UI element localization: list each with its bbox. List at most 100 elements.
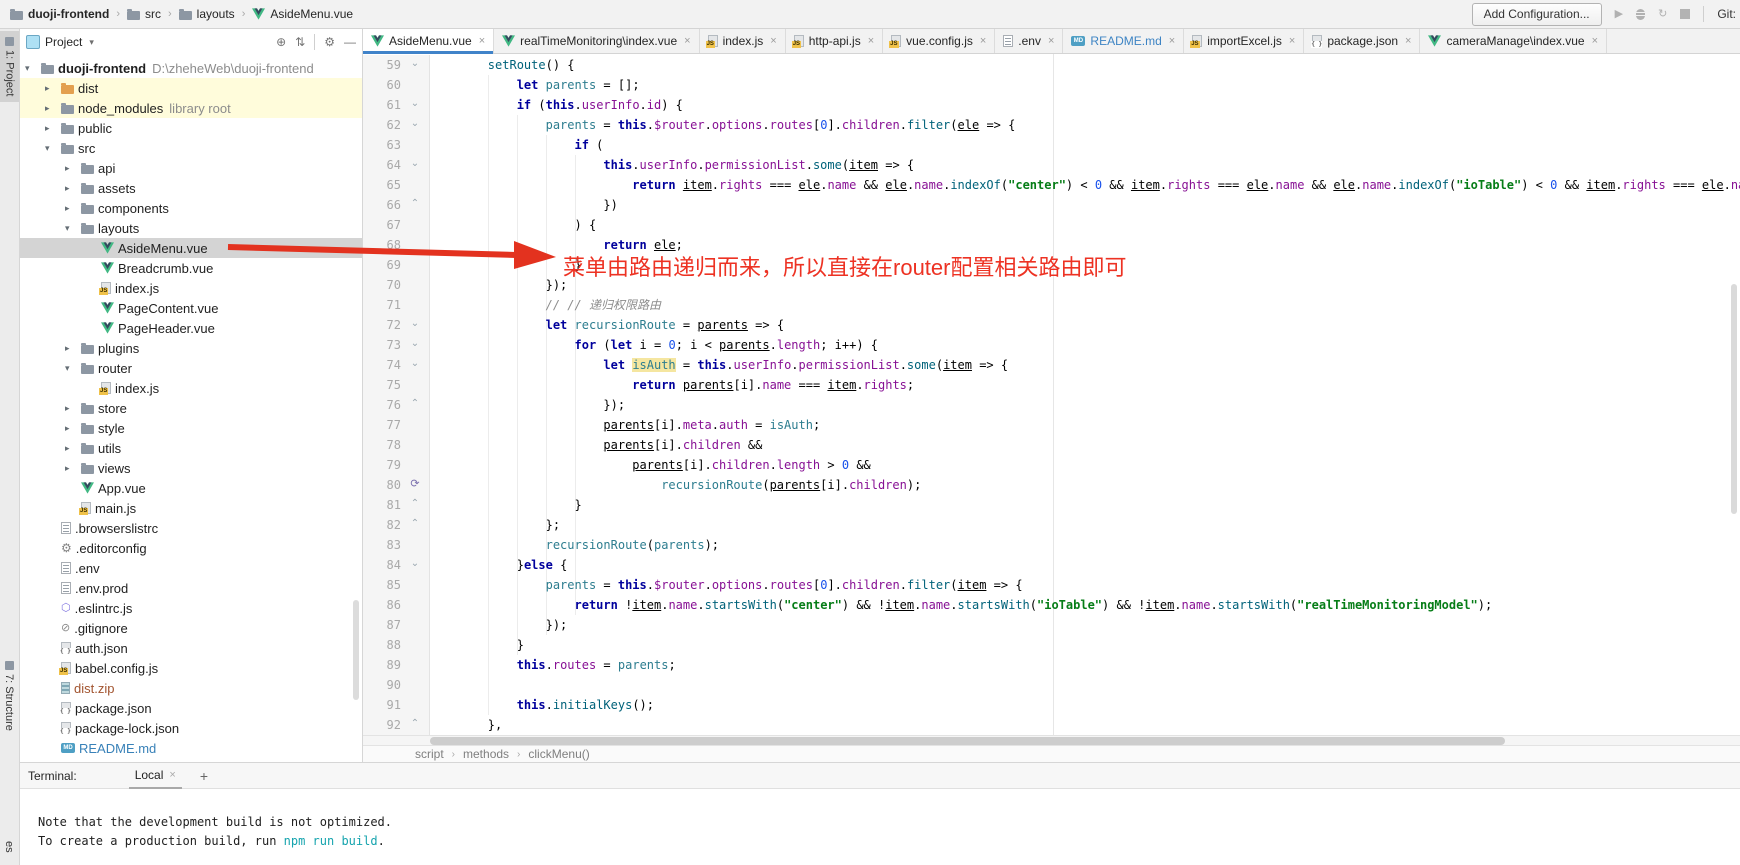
tree-item[interactable]: package.json bbox=[20, 698, 362, 718]
tab-close-icon[interactable]: × bbox=[684, 35, 690, 47]
breadcrumb-item[interactable]: methods bbox=[463, 747, 509, 761]
editor-tab[interactable]: index.js× bbox=[700, 29, 786, 53]
code-line[interactable]: 66⌃ }) bbox=[363, 195, 1740, 215]
tree-scrollbar-thumb[interactable] bbox=[353, 600, 359, 700]
tree-item[interactable]: ▸dist bbox=[20, 78, 362, 98]
fold-open-icon[interactable]: ⌄ bbox=[401, 315, 430, 335]
code-line[interactable]: 87 }); bbox=[363, 615, 1740, 635]
tree-item[interactable]: PageContent.vue bbox=[20, 298, 362, 318]
chevron-right-icon[interactable]: ▸ bbox=[65, 183, 81, 194]
settings-gear-icon[interactable]: ⚙ bbox=[324, 35, 335, 49]
tree-item[interactable]: ▾duoji-frontendD:\zheheWeb\duoji-fronten… bbox=[20, 58, 362, 78]
code-line[interactable]: 81⌃ } bbox=[363, 495, 1740, 515]
code-line[interactable]: 86 return !item.name.startsWith("center"… bbox=[363, 595, 1740, 615]
tree-item[interactable]: AsideMenu.vue bbox=[20, 238, 362, 258]
tree-item[interactable]: ▾layouts bbox=[20, 218, 362, 238]
tree-item[interactable]: .env.prod bbox=[20, 578, 362, 598]
tree-item[interactable]: App.vue bbox=[20, 478, 362, 498]
tab-close-icon[interactable]: × bbox=[1592, 35, 1598, 47]
code-line[interactable]: 64⌄ this.userInfo.permissionList.some(it… bbox=[363, 155, 1740, 175]
fold-close-icon[interactable]: ⌃ bbox=[401, 195, 430, 215]
code-line[interactable]: 90 bbox=[363, 675, 1740, 695]
code-line[interactable]: 84⌄ }else { bbox=[363, 555, 1740, 575]
tree-item[interactable]: auth.json bbox=[20, 638, 362, 658]
editor-tab[interactable]: AsideMenu.vue× bbox=[363, 29, 494, 53]
code-line[interactable]: 76⌃ }); bbox=[363, 395, 1740, 415]
editor-tab[interactable]: importExcel.js× bbox=[1184, 29, 1304, 53]
breadcrumb-item[interactable]: duoji-frontend bbox=[10, 7, 109, 21]
tree-item[interactable]: ▸components bbox=[20, 198, 362, 218]
breadcrumb-item[interactable]: src bbox=[127, 7, 161, 21]
code-line[interactable]: 82⌃ }; bbox=[363, 515, 1740, 535]
code-line[interactable]: 63 if ( bbox=[363, 135, 1740, 155]
tree-item[interactable]: .browserslistrc bbox=[20, 518, 362, 538]
git-label[interactable]: Git: bbox=[1717, 7, 1736, 21]
code-line[interactable]: 65 return item.rights === ele.name && el… bbox=[363, 175, 1740, 195]
chevron-down-icon[interactable]: ▾ bbox=[25, 63, 41, 74]
tree-item[interactable]: package-lock.json bbox=[20, 718, 362, 738]
tab-close-icon[interactable]: × bbox=[868, 35, 874, 47]
hide-panel-icon[interactable]: — bbox=[344, 35, 356, 49]
terminal-tab-local[interactable]: Local × bbox=[129, 763, 182, 789]
editor-hscrollbar[interactable] bbox=[363, 735, 1740, 745]
code-line[interactable]: 69 } bbox=[363, 255, 1740, 275]
stripe-favorites-tab[interactable]: es bbox=[3, 841, 15, 853]
chevron-right-icon[interactable]: ▸ bbox=[65, 443, 81, 454]
chevron-right-icon[interactable]: ▸ bbox=[45, 103, 61, 114]
code-line[interactable]: 83 recursionRoute(parents); bbox=[363, 535, 1740, 555]
editor-hscrollbar-thumb[interactable] bbox=[430, 737, 1505, 745]
code-line[interactable]: 78 parents[i].children && bbox=[363, 435, 1740, 455]
terminal-new-tab-button[interactable]: + bbox=[200, 768, 208, 784]
code-line[interactable]: 67 ) { bbox=[363, 215, 1740, 235]
tree-item[interactable]: ▸style bbox=[20, 418, 362, 438]
tab-close-icon[interactable]: × bbox=[1048, 35, 1054, 47]
code-line[interactable]: 73⌄ for (let i = 0; i < parents.length; … bbox=[363, 335, 1740, 355]
fold-close-icon[interactable]: ⌃ bbox=[401, 395, 430, 415]
fold-open-icon[interactable]: ⌄ bbox=[401, 95, 430, 115]
fold-close-icon[interactable]: ⌃ bbox=[401, 495, 430, 515]
code-line[interactable]: 77 parents[i].meta.auth = isAuth; bbox=[363, 415, 1740, 435]
chevron-down-icon[interactable]: ▾ bbox=[45, 143, 61, 154]
code-line[interactable]: 92⌃ }, bbox=[363, 715, 1740, 735]
chevron-right-icon[interactable]: ▸ bbox=[45, 83, 61, 94]
code-area[interactable]: 59⌄ setRoute() {60 let parents = [];61⌄ … bbox=[363, 54, 1740, 735]
breadcrumb-item[interactable]: layouts bbox=[179, 7, 235, 21]
recursion-icon[interactable]: ⟳ bbox=[401, 475, 430, 495]
code-line[interactable]: 80⟳ recursionRoute(parents[i].children); bbox=[363, 475, 1740, 495]
editor-vscrollbar-thumb[interactable] bbox=[1731, 284, 1737, 514]
tab-close-icon[interactable]: × bbox=[1405, 35, 1411, 47]
code-line[interactable]: 91 this.initialKeys(); bbox=[363, 695, 1740, 715]
fold-open-icon[interactable]: ⌄ bbox=[401, 555, 430, 575]
stripe-project-tab[interactable]: 1: Project bbox=[0, 31, 19, 102]
run-icon[interactable]: ▶ bbox=[1615, 9, 1623, 20]
editor-tab[interactable]: realTimeMonitoring\index.vue× bbox=[494, 29, 699, 53]
tree-item[interactable]: ▸store bbox=[20, 398, 362, 418]
collapse-all-icon[interactable]: ⇅ bbox=[295, 35, 305, 49]
tree-item[interactable]: ▸plugins bbox=[20, 338, 362, 358]
fold-open-icon[interactable]: ⌄ bbox=[401, 55, 430, 75]
editor-tab[interactable]: cameraManage\index.vue× bbox=[1420, 29, 1607, 53]
terminal-output[interactable]: Note that the development build is not o… bbox=[38, 813, 392, 851]
code-line[interactable]: 85 parents = this.$router.options.routes… bbox=[363, 575, 1740, 595]
fold-close-icon[interactable]: ⌃ bbox=[401, 715, 430, 735]
chevron-down-icon[interactable]: ▾ bbox=[89, 37, 94, 48]
tree-item[interactable]: ▾src bbox=[20, 138, 362, 158]
tab-close-icon[interactable]: × bbox=[980, 35, 986, 47]
chevron-right-icon[interactable]: ▸ bbox=[65, 423, 81, 434]
chevron-down-icon[interactable]: ▾ bbox=[65, 363, 81, 374]
tree-item[interactable]: ▸views bbox=[20, 458, 362, 478]
tab-close-icon[interactable]: × bbox=[1289, 35, 1295, 47]
fold-open-icon[interactable]: ⌄ bbox=[401, 155, 430, 175]
tree-item[interactable]: ⬡.eslintrc.js bbox=[20, 598, 362, 618]
tree-item[interactable]: ▸utils bbox=[20, 438, 362, 458]
tree-item[interactable]: ▸api bbox=[20, 158, 362, 178]
tree-item[interactable]: ▸public bbox=[20, 118, 362, 138]
terminal-tab-close-icon[interactable]: × bbox=[169, 769, 175, 781]
fold-close-icon[interactable]: ⌃ bbox=[401, 515, 430, 535]
code-line[interactable]: 89 this.routes = parents; bbox=[363, 655, 1740, 675]
editor-tab[interactable]: .env× bbox=[995, 29, 1063, 53]
code-line[interactable]: 60 let parents = []; bbox=[363, 75, 1740, 95]
tree-item[interactable]: ▸node_moduleslibrary root bbox=[20, 98, 362, 118]
chevron-right-icon[interactable]: ▸ bbox=[65, 203, 81, 214]
fold-open-icon[interactable]: ⌄ bbox=[401, 115, 430, 135]
